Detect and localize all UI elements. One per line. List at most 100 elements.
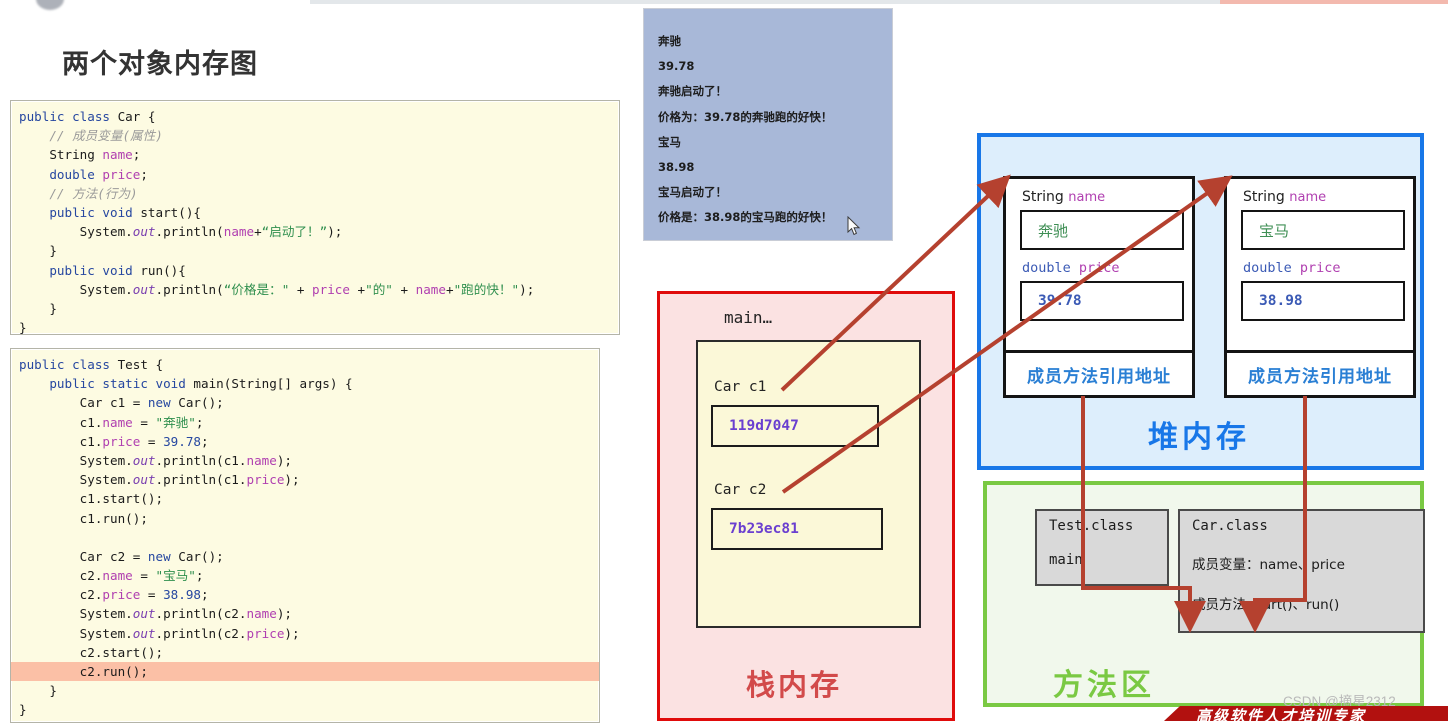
heap-object-1-name-field: name xyxy=(1068,190,1106,205)
code-token: price xyxy=(102,166,141,182)
code-token: .println(c1. xyxy=(155,452,247,468)
code-line: String name; xyxy=(19,145,619,164)
console-lines: 奔驰 39.78 奔驰启动了！ 价格为：39.78的奔驰跑的好快！ 宝马 38.98 宝马启… xyxy=(644,9,892,231)
code-token: } xyxy=(19,243,57,259)
code-line: // 方法(行为) xyxy=(19,184,619,203)
code-line: public void start(){ xyxy=(19,203,619,222)
heap-object-2-price-type: double xyxy=(1243,260,1292,276)
heap-object-2-name-value-box: 宝马 xyxy=(1241,210,1405,250)
code-token: } xyxy=(19,320,27,335)
heap-object-2-name-label: String name xyxy=(1243,189,1413,205)
heap-object-1: String name 奔驰 double price 39.78 成员方法引用… xyxy=(1003,176,1195,398)
code-token: System. xyxy=(19,281,133,297)
code-token: name xyxy=(246,606,277,622)
code-token: = xyxy=(132,414,156,430)
code-token: ; xyxy=(195,568,204,584)
code-token: "跑的快！" xyxy=(453,281,520,297)
code-token: "宝马" xyxy=(155,568,196,584)
bottom-banner-text: 高级软件人才培训专家 xyxy=(1196,708,1367,725)
code-token: System. xyxy=(19,606,133,622)
test-class-name: Test.class xyxy=(1049,518,1134,534)
code-line: Car c1 = new Car(); xyxy=(19,393,599,412)
code-token: = xyxy=(132,568,156,584)
code-line: // 成员变量(属性) xyxy=(19,126,619,145)
heap-object-1-name-value-box: 奔驰 xyxy=(1020,210,1184,250)
code-token: 39.78 xyxy=(163,433,201,449)
code-token: .println( xyxy=(155,281,224,297)
console-line: 奔驰启动了！ xyxy=(658,84,727,99)
code-line: double price; xyxy=(19,165,619,184)
code-token: name xyxy=(102,147,133,163)
code-token: + xyxy=(254,224,262,240)
code-token: Car c1 = xyxy=(19,395,148,411)
code-token: String xyxy=(19,147,103,163)
code-line-highlighted: c2.run(); xyxy=(11,662,599,682)
code-token: c1.run(); xyxy=(19,510,148,526)
code-token: + xyxy=(392,281,416,297)
code-token: price xyxy=(246,625,285,641)
code-token: + xyxy=(445,281,454,297)
code-token: name xyxy=(102,414,133,430)
method-area-test-class-box: Test.class main xyxy=(1035,509,1169,586)
code-token: class xyxy=(72,109,118,124)
code-line: public class Test { xyxy=(19,355,599,374)
stack-address-value-c2: 7b23ec81 xyxy=(729,521,799,537)
heap-object-1-price-value: 39.78 xyxy=(1038,293,1082,309)
code-line: System.out.println(c1.price); xyxy=(19,470,599,489)
stack-var-label-c2: Car c2 xyxy=(714,482,767,498)
top-strip-right xyxy=(1220,0,1448,4)
code-token: public static void xyxy=(49,376,194,392)
heap-object-2-name-value: 宝马 xyxy=(1259,221,1290,240)
code-token: 38.98 xyxy=(163,587,201,603)
code-token: c2. xyxy=(19,568,103,584)
code-token: ); xyxy=(284,625,300,641)
code-line: Car c2 = new Car(); xyxy=(19,547,599,566)
code-token: name xyxy=(415,281,446,297)
code-token: ); xyxy=(519,281,535,297)
code-token: "奔驰" xyxy=(155,414,196,430)
heap-object-1-name-value: 奔驰 xyxy=(1038,221,1069,240)
code-line: public class Car { xyxy=(19,107,619,126)
console-line: 宝马 xyxy=(658,134,681,149)
code-token: main(String[] args) { xyxy=(193,376,353,392)
code-token: c1. xyxy=(19,433,103,449)
page-title: 两个对象内存图 xyxy=(62,49,258,79)
code-line: } xyxy=(19,681,599,700)
code-token: public void xyxy=(49,262,141,278)
heap-object-1-price-value-box: 39.78 xyxy=(1020,281,1184,321)
code-token: double xyxy=(49,166,103,182)
code-token: new xyxy=(147,548,179,564)
code-token: // 方法(行为) xyxy=(19,185,138,201)
code-token: name xyxy=(246,452,277,468)
code-token: + xyxy=(289,281,313,297)
code-car-content: public class Car { // 成员变量(属性) String na… xyxy=(11,101,619,335)
test-class-member: main xyxy=(1049,552,1083,568)
code-token: Car { xyxy=(117,109,156,124)
code-token: // 成员变量(属性) xyxy=(19,128,163,144)
code-token: c1.start(); xyxy=(19,491,164,507)
car-class-methods: 成员方法:start()、run() xyxy=(1192,597,1340,613)
code-token: out xyxy=(132,625,156,641)
console-line: 奔驰 xyxy=(658,34,681,48)
code-token: ; xyxy=(140,166,148,182)
heap-object-2-price-label: double price xyxy=(1243,260,1413,276)
code-token: .println( xyxy=(155,224,224,240)
console-line: 38.98 xyxy=(658,160,695,175)
code-token: c1. xyxy=(19,414,103,430)
code-token: } xyxy=(19,300,57,316)
code-token: Car c2 = xyxy=(19,548,148,564)
code-token: } xyxy=(19,702,27,718)
code-token: price xyxy=(246,472,285,488)
code-token: out xyxy=(132,606,156,622)
code-token: out xyxy=(132,281,156,297)
heap-object-2-method-ref: 成员方法引用地址 xyxy=(1227,350,1413,395)
heap-object-1-price-field: price xyxy=(1078,260,1120,276)
stack-memory-title: 栈内存 xyxy=(746,670,843,702)
heap-object-2: String name 宝马 double price 38.98 成员方法引用… xyxy=(1224,176,1416,398)
heap-memory-title: 堆内存 xyxy=(1148,421,1250,454)
code-token: ); xyxy=(276,452,292,468)
code-token: price xyxy=(312,281,350,297)
code-token: System. xyxy=(19,452,133,468)
